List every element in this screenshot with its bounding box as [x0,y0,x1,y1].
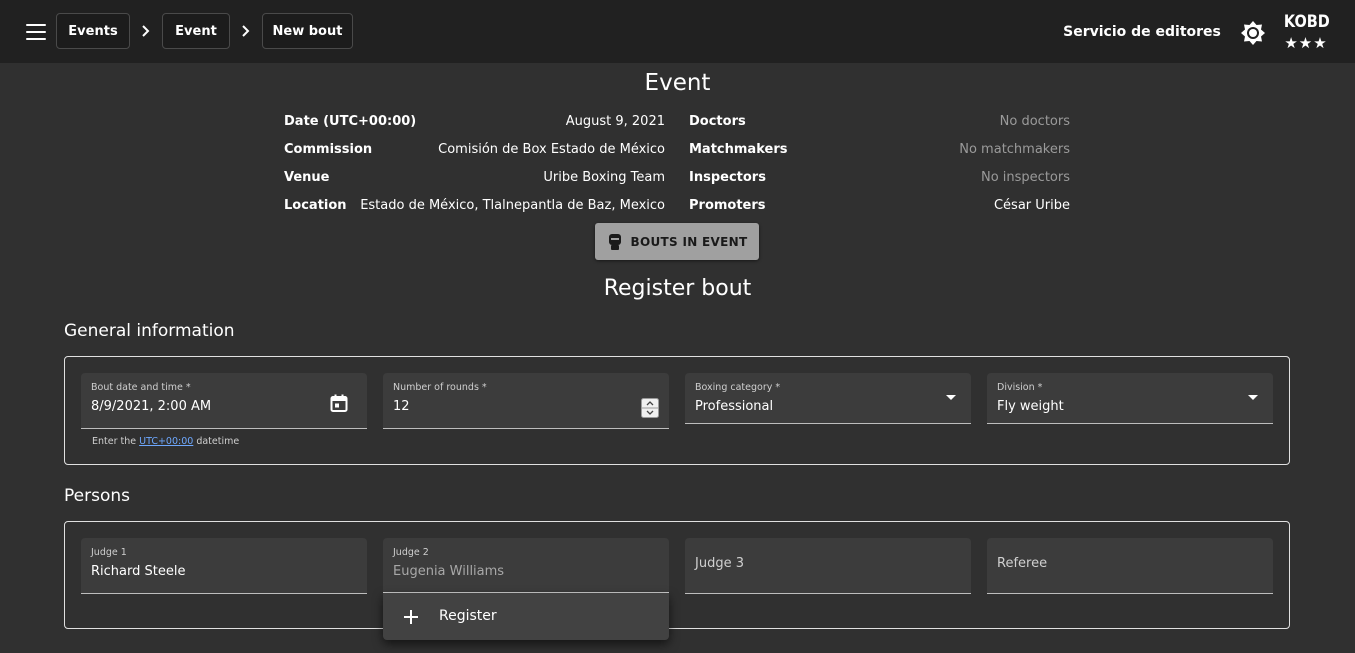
info-value: Comisión de Box Estado de México [438,142,665,157]
info-label: Doctors [689,114,746,129]
judge-3-label: Judge 3 [695,556,744,571]
logo-stars: ★★★ [1284,34,1328,52]
register-option-label: Register [439,608,497,624]
utc-link[interactable]: UTC+00:00 [139,436,193,447]
info-label: Inspectors [689,170,766,185]
info-value: No inspectors [980,170,1070,185]
chevron-right-icon [142,25,150,37]
boxing-glove-icon [608,233,621,250]
bout-date-field[interactable]: Bout date and time * 8/9/2021, 2:00 AM [81,373,367,429]
event-title: Event [644,70,711,96]
division-value: Fly weight [997,399,1064,414]
logo-text: KOBD [1283,12,1330,32]
number-stepper-icon[interactable] [641,398,659,418]
referee-label: Referee [997,556,1048,571]
bouts-in-event-label: BOUTS IN EVENT [630,234,748,249]
division-label: Division * [997,382,1043,393]
info-label: Commission [284,142,373,157]
boxing-category-select[interactable]: Boxing category * Professional [685,373,971,424]
general-information-title: General information [64,321,235,341]
info-value: Estado de México, Tlalnepantla de Baz, M… [360,198,665,213]
judge-2-placeholder: Eugenia Williams [393,564,505,579]
brightness-icon[interactable] [1240,20,1266,46]
top-bar: Events Event New bout Servicio de editor… [0,0,1355,63]
judge-1-field[interactable]: Judge 1 Richard Steele [81,538,367,594]
rounds-label: Number of rounds * [393,382,487,393]
bout-date-value: 8/9/2021, 2:00 AM [91,399,212,414]
info-label: Location [284,198,347,213]
breadcrumb-event[interactable]: Event [162,13,230,49]
register-bout-title: Register bout [603,276,752,301]
referee-field[interactable]: Referee [987,538,1273,594]
info-value: August 9, 2021 [565,114,665,129]
info-label: Venue [284,170,330,185]
service-link[interactable]: Servicio de editores [1062,20,1222,44]
dropdown-arrow-icon [1248,395,1258,400]
rounds-field[interactable]: Number of rounds * 12 [383,373,669,429]
boxing-category-label: Boxing category * [695,382,781,393]
calendar-icon[interactable] [330,394,348,412]
judge-1-value: Richard Steele [91,564,186,579]
judge-2-label: Judge 2 [393,547,429,558]
date-hint-prefix: Enter the [92,436,140,447]
bout-date-label: Bout date and time * [91,382,191,393]
kobd-logo[interactable]: KOBD ★★★ [1280,12,1332,54]
judge-2-field[interactable]: Judge 2 Eugenia Williams [383,538,669,594]
judge-1-label: Judge 1 [91,547,127,558]
division-select[interactable]: Division * Fly weight [987,373,1273,424]
menu-icon[interactable] [22,21,50,43]
breadcrumb-new-bout[interactable]: New bout [262,13,353,49]
bouts-in-event-button[interactable]: BOUTS IN EVENT [595,223,759,260]
boxing-category-value: Professional [695,399,774,414]
info-label: Promoters [689,198,766,213]
info-label: Matchmakers [689,142,788,157]
persons-title: Persons [64,486,130,506]
date-hint-suffix: datetime [193,436,240,447]
judge-3-field[interactable]: Judge 3 [685,538,971,594]
plus-icon [404,610,418,624]
info-value: César Uribe [993,198,1070,213]
dropdown-arrow-icon [946,395,956,400]
date-hint: Enter the UTC+00:00 datetime [92,436,239,447]
info-value: No matchmakers [959,142,1070,157]
info-value: Uribe Boxing Team [543,170,665,185]
breadcrumb-events[interactable]: Events [56,13,130,49]
autocomplete-dropdown: Register [383,593,669,640]
chevron-right-icon [242,25,250,37]
rounds-value: 12 [393,399,410,414]
register-option[interactable]: Register [383,593,669,640]
info-value: No doctors [999,114,1070,129]
